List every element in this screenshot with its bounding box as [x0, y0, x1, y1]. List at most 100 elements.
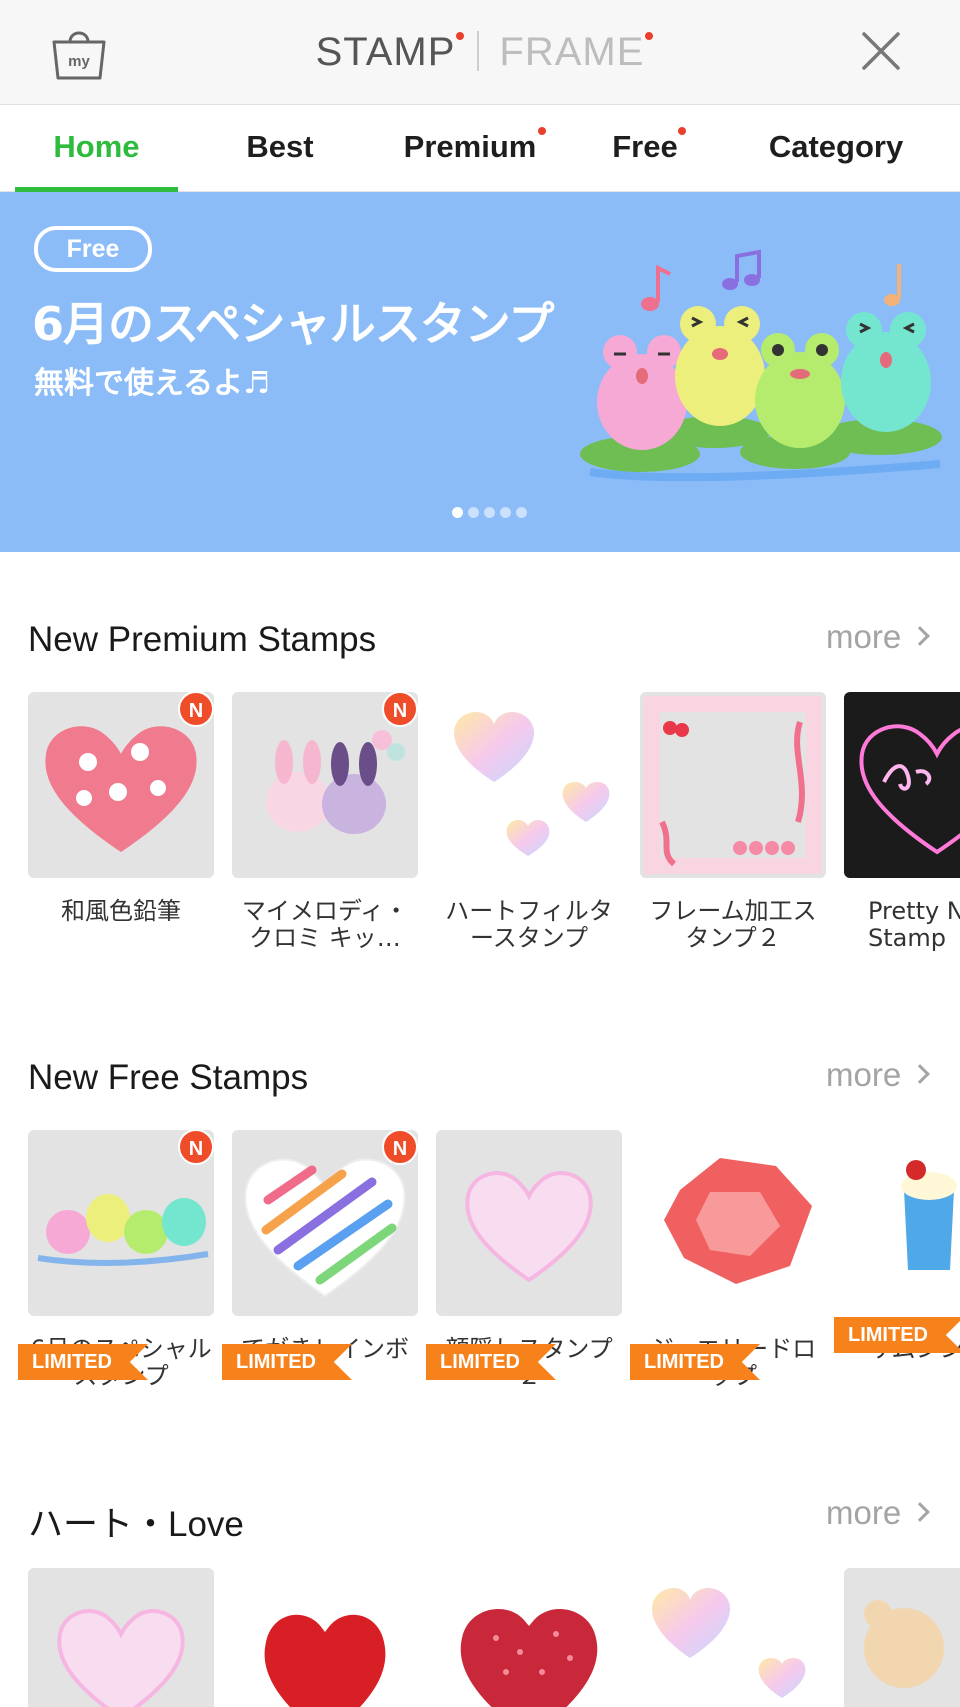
stamp-thumbnail: N: [232, 1130, 418, 1316]
stamp-row-free: N LIMITED 6月のスペシャルスタンプ N LIMITED てがきレインボ…: [0, 1130, 960, 1410]
more-link[interactable]: more: [826, 1494, 931, 1532]
more-label: more: [826, 618, 902, 655]
soft-heart-icon: [465, 1171, 593, 1283]
stamp-name: フレーム加工スタンプ２: [649, 897, 817, 952]
stamp-thumbnail: N: [28, 1130, 214, 1316]
stamp-thumbnail: [232, 1568, 418, 1707]
new-dot: [456, 32, 465, 40]
stamp-thumbnail: [436, 1568, 622, 1707]
tab-bar: Home Best Premium Free Category: [0, 105, 960, 193]
mode-stamp-label: STAMP: [315, 30, 456, 74]
mode-divider: [477, 31, 480, 72]
tab-category[interactable]: Category: [752, 105, 920, 191]
stamp-thumbnail: [28, 1568, 214, 1707]
limited-ribbon: LIMITED: [18, 1344, 148, 1380]
mode-switch: STAMP FRAME: [0, 0, 960, 104]
music-note-icon: [884, 264, 901, 306]
section-title: New Premium Stamps: [28, 620, 377, 659]
banner-subtitle: 無料で使えるよ♬: [34, 366, 270, 401]
tab-home[interactable]: Home: [15, 105, 178, 191]
stamp-card[interactable]: [436, 1568, 622, 1707]
stamp-card[interactable]: LIMITED ジュエリードロップ: [630, 1130, 826, 1390]
section-title: ハート・Love: [28, 1505, 244, 1544]
stamp-row-premium: N 和風色鉛筆 N マイメロディ・クロミ キッ… ハートフィルタースタンプ フレ…: [0, 692, 960, 972]
tab-label: Category: [768, 129, 904, 164]
more-link[interactable]: more: [826, 1056, 931, 1094]
more-label: more: [826, 1494, 902, 1531]
promo-banner[interactable]: Free 6月のスペシャルスタンプ 無料で使えるよ♬: [0, 192, 960, 552]
soft-heart-icon: [57, 1609, 185, 1707]
new-badge: N: [178, 1130, 214, 1165]
glitter-heart-icon: [460, 1609, 598, 1707]
limited-ribbon: LIMITED: [630, 1344, 760, 1380]
stamp-card[interactable]: N LIMITED てがきレインボー: [222, 1130, 418, 1390]
pink-frog: [597, 335, 687, 450]
stamp-card[interactable]: Pretty N Stamp: [844, 692, 960, 952]
stamp-card[interactable]: [640, 1568, 826, 1707]
stamp-card[interactable]: フレーム加工スタンプ２: [640, 692, 826, 952]
limited-ribbon: LIMITED: [222, 1344, 352, 1380]
close-icon[interactable]: [860, 30, 902, 72]
frog-choir-illustration: [580, 249, 942, 482]
yellow-frog: [675, 306, 765, 426]
new-badge: N: [382, 1130, 418, 1165]
stamp-thumbnail: [844, 692, 960, 878]
stamp-row-love: [0, 1568, 960, 1707]
stamp-card[interactable]: LIMITED 顔隠しスタンプ２: [426, 1130, 622, 1390]
more-label: more: [826, 1056, 902, 1093]
carousel-dots: [452, 503, 532, 518]
mode-stamp[interactable]: STAMP: [315, 0, 465, 104]
stamp-card[interactable]: N マイメロディ・クロミ キッ…: [232, 692, 418, 952]
stamp-name: マイメロディ・クロミ キッ…: [241, 897, 409, 952]
chevron-right-icon: [910, 626, 931, 647]
top-bar: my STAMP FRAME: [0, 0, 960, 105]
more-link[interactable]: more: [826, 618, 931, 656]
bear-icon: [864, 1600, 944, 1688]
green-frog: [755, 333, 845, 448]
stamp-thumbnail: [844, 1130, 960, 1316]
tab-free[interactable]: Free: [590, 105, 700, 191]
stamp-card[interactable]: [232, 1568, 418, 1707]
stamp-card[interactable]: [28, 1568, 214, 1707]
tab-label: Free: [612, 129, 678, 164]
new-dot: [678, 127, 686, 135]
stamp-card[interactable]: ハートフィルタースタンプ: [436, 692, 622, 952]
stamp-name: Pretty N Stamp: [868, 897, 960, 952]
carousel-dot[interactable]: [484, 507, 495, 518]
banner-title: 6月のスペシャルスタンプ: [32, 297, 554, 351]
stamp-thumbnail: [640, 1130, 826, 1316]
carousel-dot[interactable]: [452, 507, 463, 518]
new-dot: [538, 127, 546, 135]
stamp-thumbnail: [844, 1568, 960, 1707]
free-pill: Free: [34, 226, 152, 272]
cream-soda-icon: [901, 1160, 957, 1270]
stamp-name: 和風色鉛筆: [61, 897, 181, 925]
hearts-icon: [651, 1588, 806, 1698]
carousel-dot[interactable]: [500, 507, 511, 518]
new-badge: N: [178, 692, 214, 727]
stamp-thumbnail: [436, 692, 622, 878]
stamp-card[interactable]: N 和風色鉛筆: [28, 692, 214, 925]
limited-ribbon: LIMITED: [426, 1344, 556, 1380]
stamp-card[interactable]: N LIMITED 6月のスペシャルスタンプ: [18, 1130, 214, 1390]
stamp-thumbnail: [436, 1130, 622, 1316]
stamp-card[interactable]: LIMITED サムシング ー: [834, 1130, 960, 1363]
neon-heart-icon: [859, 724, 960, 855]
tab-premium[interactable]: Premium: [390, 105, 550, 191]
mode-frame-label: FRAME: [499, 30, 645, 74]
carousel-dot[interactable]: [468, 507, 479, 518]
frame-icon: [644, 696, 822, 874]
stamp-thumbnail: [640, 1568, 826, 1707]
tab-label: Home: [53, 129, 140, 164]
tab-best[interactable]: Best: [200, 105, 360, 191]
carousel-dot[interactable]: [516, 507, 527, 518]
tab-label: Best: [246, 129, 314, 164]
mode-frame[interactable]: FRAME: [499, 0, 654, 104]
music-note-icon: [722, 249, 761, 290]
stamp-card[interactable]: [844, 1568, 960, 1707]
tab-label: Premium: [403, 129, 537, 164]
stamp-name: ハートフィルタースタンプ: [445, 897, 613, 952]
stamp-thumbnail: N: [28, 692, 214, 878]
limited-ribbon: LIMITED: [834, 1317, 960, 1353]
new-badge: N: [382, 692, 418, 727]
